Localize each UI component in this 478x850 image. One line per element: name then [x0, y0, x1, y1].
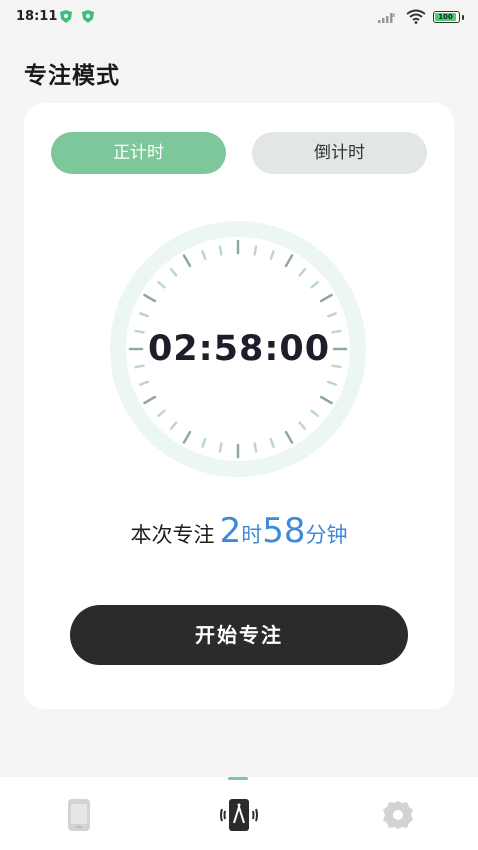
start-focus-button[interactable]: 开始专注 — [70, 605, 408, 665]
dial-tick — [157, 280, 166, 289]
dial-tick — [218, 245, 223, 256]
tab-count-up[interactable]: 正计时 — [51, 132, 226, 174]
dial-tick — [253, 245, 258, 256]
battery-level: 100 — [435, 13, 456, 21]
phone-icon[interactable] — [59, 795, 99, 835]
dial-tick — [201, 250, 207, 261]
dial-tick — [182, 430, 192, 444]
dial-tick — [326, 380, 337, 386]
dial-tick — [143, 293, 157, 303]
dial-tick — [298, 421, 307, 430]
status-time: 18:11 — [16, 9, 58, 24]
svg-text:x: x — [392, 12, 396, 19]
dial-tick — [218, 442, 223, 453]
dial-tick — [253, 442, 258, 453]
bottom-nav — [0, 777, 478, 850]
timer-display: 02:58:00 — [147, 329, 331, 369]
wifi-icon — [406, 9, 426, 24]
dial-tick — [201, 437, 207, 448]
battery-tip — [462, 15, 464, 20]
nav-active-indicator — [228, 777, 248, 780]
dial-tick — [269, 250, 275, 261]
dial-tick — [319, 395, 333, 405]
dial-tick — [139, 380, 150, 386]
dial-tick — [298, 268, 307, 277]
dial-tick — [310, 409, 319, 418]
focus-summary: 本次专注 2时58分钟 — [24, 511, 454, 551]
dial-tick — [182, 254, 192, 268]
summary-hours: 2 — [219, 511, 242, 551]
summary-minutes: 58 — [262, 511, 306, 551]
shield-icon — [82, 10, 94, 23]
dial-tick — [157, 409, 166, 418]
summary-label: 本次专注 — [130, 523, 215, 547]
dial-tick — [310, 280, 319, 289]
signal-icon: x — [378, 12, 396, 23]
dial-tick — [269, 437, 275, 448]
dial-tick — [284, 254, 294, 268]
dial-tick — [319, 293, 333, 303]
dial-tick — [169, 268, 178, 277]
settings-icon[interactable] — [378, 795, 418, 835]
dial-tick — [169, 421, 178, 430]
dial-tick — [326, 312, 337, 318]
status-bar: 18:11 x 100 — [0, 0, 478, 36]
battery-icon: 100 — [433, 11, 460, 23]
summary-hours-unit: 时 — [241, 523, 263, 547]
shield-icon — [60, 10, 72, 23]
focus-icon[interactable] — [219, 795, 259, 835]
dial-tick — [143, 395, 157, 405]
dial-tick — [284, 430, 294, 444]
summary-minutes-unit: 分钟 — [305, 523, 348, 547]
dial-tick — [139, 312, 150, 318]
focus-card: 正计时 倒计时 02:58:00 本次专注 2时58分钟 开始专注 — [24, 103, 454, 709]
tab-count-down[interactable]: 倒计时 — [252, 132, 427, 174]
page-title: 专注模式 — [24, 63, 120, 89]
